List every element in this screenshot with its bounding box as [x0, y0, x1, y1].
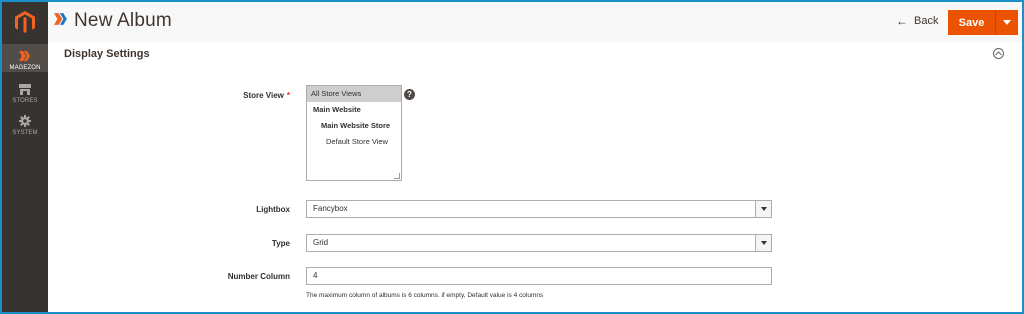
sidebar-item-stores[interactable]: STORES [2, 82, 48, 108]
help-icon[interactable]: ? [404, 89, 415, 100]
lightbox-select[interactable]: Fancybox [306, 200, 772, 218]
store-view-label: Store View * [170, 91, 290, 100]
store-view-option[interactable]: All Store Views [307, 86, 401, 102]
type-value: Grid [313, 238, 329, 247]
sidebar-item-label: STORES [12, 98, 38, 104]
section-title[interactable]: Display Settings [64, 48, 150, 60]
number-column-input[interactable]: 4 [306, 267, 772, 285]
lightbox-value: Fancybox [313, 204, 348, 213]
number-column-label: Number Column [227, 272, 290, 281]
gear-icon [18, 114, 32, 128]
sidebar-item-magezon[interactable]: MAGEZON [2, 44, 48, 72]
page-title-wrap: New Album [54, 10, 172, 32]
sidebar-item-label: MAGEZON [9, 65, 41, 71]
lightbox-label: Lightbox [256, 205, 290, 214]
type-select[interactable]: Grid [306, 234, 772, 252]
save-button-group: Save [948, 10, 1018, 35]
sidebar-item-label: SYSTEM [12, 130, 38, 136]
resize-handle-icon[interactable] [394, 173, 400, 179]
app-frame: MAGEZON STORES SYSTEM New Album ← Back S… [0, 0, 1024, 314]
back-button[interactable]: ← Back [896, 14, 938, 28]
save-button[interactable]: Save [948, 10, 996, 35]
required-mark: * [286, 91, 290, 100]
back-button-label: Back [914, 15, 939, 27]
save-dropdown-toggle[interactable] [996, 10, 1018, 35]
arrow-left-icon: ← [896, 14, 908, 28]
type-label: Type [271, 239, 290, 248]
number-column-note: The maximum column of albums is 6 column… [306, 292, 544, 299]
collapse-icon[interactable] [993, 48, 1004, 59]
magezon-icon [18, 49, 32, 63]
store-view-label-text: Store View [243, 91, 284, 100]
store-view-option[interactable]: Main Website Store [307, 118, 401, 134]
page-header: New Album ← Back Save [48, 2, 1022, 42]
store-view-multiselect[interactable]: All Store Views Main Website Main Websit… [306, 85, 402, 181]
chevron-down-icon [1003, 20, 1011, 25]
admin-sidebar: MAGEZON STORES SYSTEM [2, 2, 48, 312]
magento-logo-icon[interactable] [2, 2, 48, 42]
store-view-option[interactable]: Default Store View [307, 134, 401, 150]
page-title: New Album [74, 10, 172, 31]
chevron-down-icon [755, 235, 771, 251]
sidebar-item-system[interactable]: SYSTEM [2, 114, 48, 140]
magezon-icon [54, 12, 68, 30]
store-view-option[interactable]: Main Website [307, 102, 401, 118]
chevron-down-icon [755, 201, 771, 217]
stores-icon [18, 82, 32, 96]
